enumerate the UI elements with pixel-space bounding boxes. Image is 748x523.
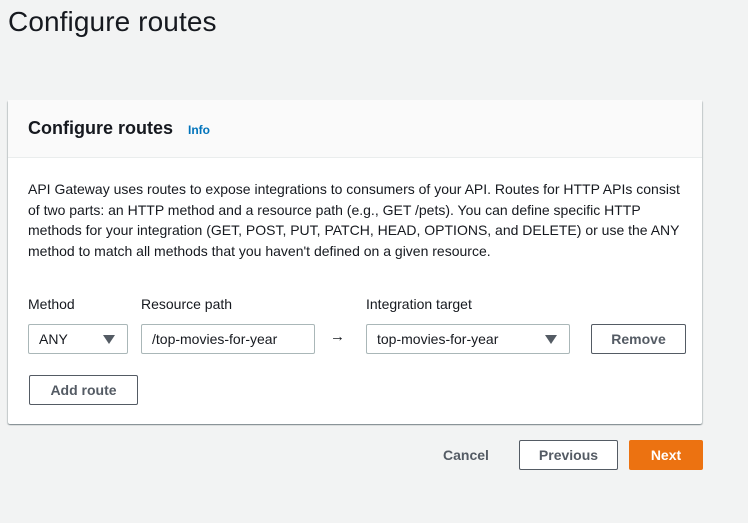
configure-routes-panel: Configure routes Info API Gateway uses r… (8, 100, 702, 424)
arrow-right-icon: → (330, 328, 345, 345)
resource-path-input[interactable]: /top-movies-for-year (141, 324, 315, 354)
resource-path-label: Resource path (141, 296, 233, 312)
panel-header: Configure routes Info (8, 100, 702, 158)
panel-title: Configure routes (28, 118, 174, 138)
info-link[interactable]: Info (188, 123, 210, 137)
add-route-button[interactable]: Add route (29, 375, 138, 405)
caret-down-icon (545, 335, 557, 344)
cancel-button[interactable]: Cancel (443, 447, 489, 463)
page-title: Configure routes (8, 6, 217, 37)
resource-path-value: /top-movies-for-year (152, 331, 278, 347)
panel-description: API Gateway uses routes to expose integr… (28, 181, 680, 259)
integration-target-select[interactable]: top-movies-for-year (366, 324, 570, 354)
next-button[interactable]: Next (629, 440, 703, 470)
remove-button[interactable]: Remove (591, 324, 686, 354)
method-select[interactable]: ANY (28, 324, 128, 354)
previous-button[interactable]: Previous (519, 440, 618, 470)
method-label: Method (28, 296, 75, 312)
caret-down-icon (103, 335, 115, 344)
integration-target-label: Integration target (366, 296, 472, 312)
method-select-value: ANY (39, 331, 68, 347)
integration-target-value: top-movies-for-year (377, 331, 499, 347)
